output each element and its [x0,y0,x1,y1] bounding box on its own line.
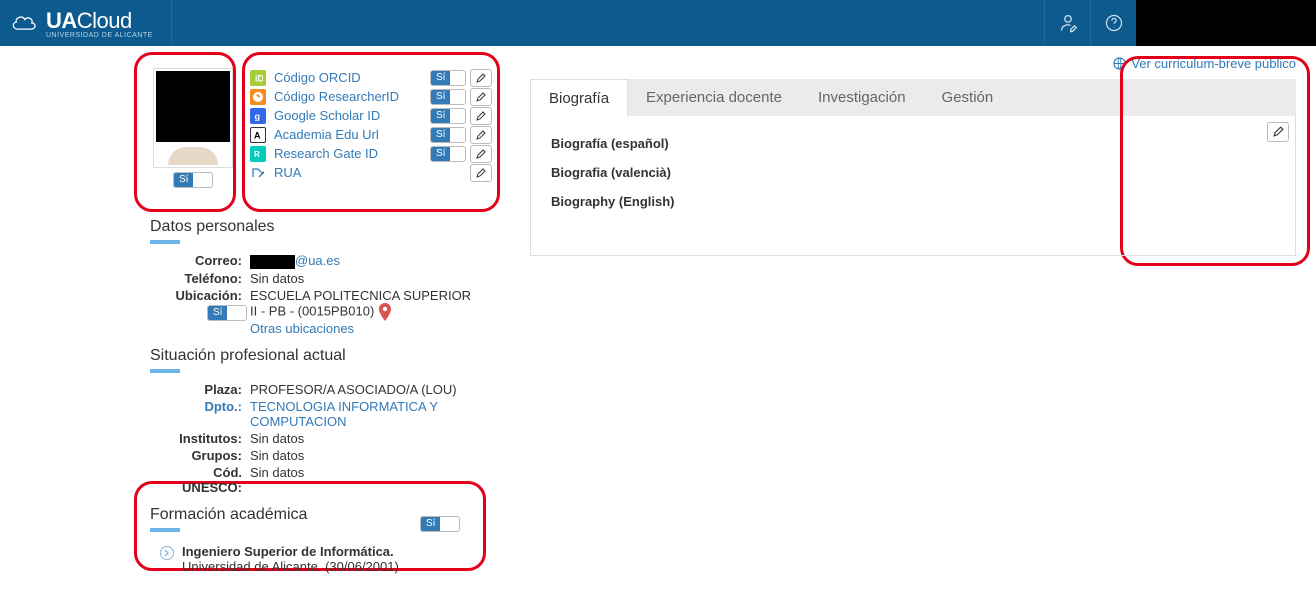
svg-text:A: A [254,130,261,140]
id-link[interactable]: Código ResearcherID [274,89,430,104]
svg-text:g: g [255,111,261,121]
pencil-icon [1273,126,1284,137]
id-link[interactable]: Research Gate ID [274,146,430,161]
user-edit-icon [1057,12,1079,34]
id-edit-button[interactable] [470,164,492,182]
pencil-icon [476,168,486,178]
pencil-icon [476,130,486,140]
id-row-rua: RUA [250,163,492,182]
id-row-academia: A Academia Edu Url Sí [250,125,492,144]
section-situacion: Situación profesional actual Plaza:PROFE… [130,347,500,496]
id-link[interactable]: Código ORCID [274,70,430,85]
ver-cv-link[interactable]: Ver curriculum-breve público [1131,56,1296,71]
help-button[interactable] [1090,0,1136,46]
id-edit-button[interactable] [470,145,492,163]
otras-ubicaciones-link[interactable]: Otras ubicaciones [250,321,354,336]
tab-experiencia[interactable]: Experiencia docente [628,79,800,116]
role-switch-button[interactable] [1044,0,1090,46]
formacion-toggle[interactable]: Sí [420,516,460,532]
tab-biografia[interactable]: Biografía [530,79,628,117]
logo-subtitle: UNIVERSIDAD DE ALICANTE [46,32,153,39]
id-toggle[interactable]: Sí [430,70,466,86]
profile-photo-box: Sí [146,68,240,188]
bio-edit-button[interactable] [1267,122,1289,142]
logo-text: UACloud [46,8,153,34]
id-toggle[interactable]: Sí [430,89,466,105]
id-toggle[interactable]: Sí [430,146,466,162]
pencil-icon [476,92,486,102]
row-ubicacion: Ubicación: ESCUELA POLITECNICA SUPERIOR … [150,287,480,337]
section-formacion: Formación académica Sí Ingeniero Superio… [130,506,500,578]
svg-text:iD: iD [255,73,263,83]
left-column: Sí iD Código ORCID Sí Código ResearcherI… [130,56,500,578]
tab-content: Biografía (español) Biografia (valencià)… [530,116,1296,256]
researcherid-icon [250,89,266,105]
profile-photo[interactable] [153,68,233,168]
pencil-icon [476,73,486,83]
chevron-right-icon [160,546,174,560]
researchgate-icon: R [250,146,266,162]
user-menu[interactable] [1136,0,1316,46]
id-row-orcid: iD Código ORCID Sí [250,68,492,87]
tab-bar: Biografía Experiencia docente Investigac… [530,79,1296,116]
id-toggle[interactable]: Sí [430,127,466,143]
bio-es: Biografía (español) [551,136,1275,151]
photo-visibility-toggle[interactable]: Sí [173,172,213,188]
id-row-rgate: R Research Gate ID Sí [250,144,492,163]
ver-cv-row: Ver curriculum-breve público [530,56,1296,73]
app-header: UACloud UNIVERSIDAD DE ALICANTE [0,0,1316,46]
dpto-link[interactable]: TECNOLOGIA INFORMATICA Y COMPUTACION [250,399,438,429]
id-link[interactable]: Academia Edu Url [274,127,430,142]
formacion-item[interactable]: Ingeniero Superior de Informática. Unive… [150,540,480,578]
id-link[interactable]: RUA [274,165,430,180]
id-edit-button[interactable] [470,126,492,144]
ubicacion-toggle[interactable]: Sí [207,305,247,321]
rua-icon [250,165,266,181]
location-pin-icon[interactable] [378,303,392,321]
id-edit-button[interactable] [470,69,492,87]
section-heading: Situación profesional actual [150,347,480,365]
svg-text:R: R [254,150,260,159]
cloud-icon [10,13,38,33]
id-edit-button[interactable] [470,88,492,106]
row-correo: Correo: @ua.es [150,252,480,270]
id-toggle[interactable]: Sí [430,108,466,124]
email-hidden [250,255,295,269]
id-row-scholar: g Google Scholar ID Sí [250,106,492,125]
globe-icon [1113,57,1126,73]
right-column: Ver curriculum-breve público Biografía E… [530,56,1296,578]
tab-investigacion[interactable]: Investigación [800,79,924,116]
id-row-researcher: Código ResearcherID Sí [250,87,492,106]
email-link[interactable]: @ua.es [295,253,340,268]
pencil-icon [476,111,486,121]
id-edit-button[interactable] [470,107,492,125]
tab-gestion[interactable]: Gestión [924,79,1012,116]
google-scholar-icon: g [250,108,266,124]
section-datos-personales: Datos personales Correo: @ua.es Teléfono… [130,218,500,337]
id-link[interactable]: Google Scholar ID [274,108,430,123]
logo[interactable]: UACloud UNIVERSIDAD DE ALICANTE [0,8,153,39]
pencil-icon [476,149,486,159]
bio-va: Biografia (valencià) [551,165,1275,180]
academia-icon: A [250,127,266,143]
orcid-icon: iD [250,70,266,86]
help-icon [1104,13,1124,33]
bio-en: Biography (English) [551,194,1275,209]
section-heading: Datos personales [150,218,480,236]
research-ids-box: iD Código ORCID Sí Código ResearcherID S… [250,68,492,188]
dpto-label-link[interactable]: Dpto.: [204,399,242,414]
row-telefono: Teléfono: Sin datos [150,270,480,287]
